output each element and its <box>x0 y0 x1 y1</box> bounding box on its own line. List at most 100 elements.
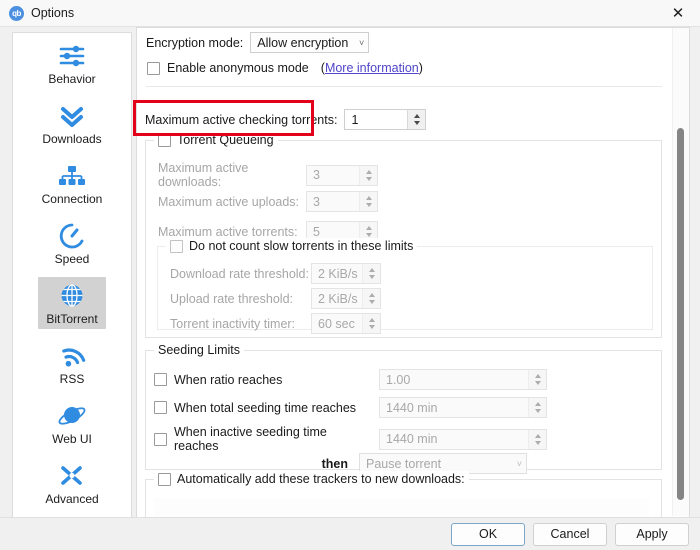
apply-button[interactable]: Apply <box>615 522 689 546</box>
encryption-mode-value: Allow encryption <box>257 35 349 50</box>
spinner-buttons[interactable] <box>528 398 546 417</box>
sidebar-item-connection[interactable]: Connection <box>13 153 131 213</box>
total-seeding-time-checkbox[interactable] <box>154 401 167 414</box>
scrollbar-thumb[interactable] <box>677 128 684 500</box>
max-checking-torrents-value: 1 <box>351 112 359 127</box>
max-active-uploads-value: 3 <box>313 194 320 209</box>
seeding-limits-group: Seeding Limits When ratio reaches 1.00 W… <box>145 343 662 474</box>
spinner-up-icon[interactable] <box>368 268 375 272</box>
auto-add-trackers-title[interactable]: Automatically add these trackers to new … <box>154 471 469 487</box>
torrent-queueing-label: Torrent Queueing <box>177 133 274 147</box>
inactive-seeding-time-row: When inactive seeding time reaches 1440 … <box>154 425 547 453</box>
spinner-up-icon[interactable] <box>534 402 541 406</box>
encryption-mode-select[interactable]: Allow encryption ˅ <box>250 32 370 53</box>
torrent-queueing-title[interactable]: Torrent Queueing <box>154 132 278 148</box>
encryption-mode-row: Encryption mode: Allow encryption ˅ <box>146 32 370 53</box>
spinner-buttons[interactable] <box>407 110 426 129</box>
spinner-buttons[interactable] <box>362 264 380 283</box>
paren-close: ) <box>418 61 423 75</box>
spinner-up-icon[interactable] <box>368 293 375 297</box>
network-icon <box>56 161 88 191</box>
sidebar-item-webui[interactable]: Web UI <box>13 393 131 453</box>
sidebar-item-label: Behavior <box>48 72 96 86</box>
torrent-inactivity-timer-value: 60 sec <box>318 316 355 331</box>
max-active-uploads-label: Maximum active uploads: <box>158 194 300 209</box>
vertical-scrollbar[interactable] <box>672 28 689 516</box>
auto-add-trackers-label: Automatically add these trackers to new … <box>177 472 465 486</box>
close-icon[interactable]: ✕ <box>656 0 700 26</box>
cancel-button[interactable]: Cancel <box>533 522 607 546</box>
spinner-down-icon[interactable] <box>534 381 541 385</box>
spinner-down-icon[interactable] <box>365 233 372 237</box>
anonymous-mode-row: Enable anonymous mode (More information) <box>147 61 423 75</box>
settings-panel: Encryption mode: Allow encryption ˅ Enab… <box>136 27 690 519</box>
torrent-inactivity-timer-label: Torrent inactivity timer: <box>170 316 296 331</box>
max-checking-torrents-spinner[interactable]: 1 <box>344 109 427 130</box>
spinner-up-icon[interactable] <box>365 226 372 230</box>
planet-icon <box>56 401 88 431</box>
ok-button[interactable]: OK <box>451 522 525 546</box>
spinner-buttons[interactable] <box>528 429 546 449</box>
trackers-textarea[interactable] <box>154 498 649 518</box>
spinner-down-icon[interactable] <box>534 440 541 445</box>
spinner-down-icon[interactable] <box>365 176 372 181</box>
spinner-down-icon[interactable] <box>413 121 420 125</box>
spinner-buttons[interactable] <box>359 192 377 211</box>
sidebar-item-advanced[interactable]: Advanced <box>13 453 131 513</box>
bittorrent-settings-content: Encryption mode: Allow encryption ˅ Enab… <box>137 28 671 518</box>
ratio-limit-checkbox[interactable] <box>154 373 167 386</box>
inactive-seeding-time-label: When inactive seeding time reaches <box>174 425 327 453</box>
spinner-up-icon[interactable] <box>365 196 372 200</box>
torrent-inactivity-timer-row: Torrent inactivity timer: 60 sec <box>170 313 381 334</box>
slow-torrents-checkbox[interactable] <box>170 239 183 253</box>
anonymous-mode-checkbox[interactable] <box>147 61 160 75</box>
spinner-up-icon[interactable] <box>368 318 375 322</box>
sidebar-item-label: Web UI <box>52 432 92 446</box>
spinner-down-icon[interactable] <box>365 203 372 207</box>
total-seeding-time-label: When total seeding time reaches <box>174 400 357 415</box>
sidebar-item-downloads[interactable]: Downloads <box>13 93 131 153</box>
sliders-icon <box>56 41 88 71</box>
settings-sidebar[interactable]: Behavior Downloads Connection Speed BitT… <box>12 32 132 522</box>
download-rate-threshold-row: Download rate threshold: 2 KiB/s <box>170 263 381 284</box>
torrent-queueing-checkbox[interactable] <box>158 133 171 147</box>
spinner-up-icon[interactable] <box>365 169 372 174</box>
dialog-button-bar: OK Cancel Apply <box>0 517 700 550</box>
sidebar-item-rss[interactable]: RSS <box>13 333 131 393</box>
ratio-limit-label: When ratio reaches <box>174 372 283 387</box>
sidebar-item-label: Downloads <box>42 132 102 146</box>
ratio-limit-spinner[interactable]: 1.00 <box>379 369 547 390</box>
spinner-down-icon[interactable] <box>368 275 375 279</box>
torrent-inactivity-timer-spinner[interactable]: 60 sec <box>311 313 381 334</box>
sidebar-item-behavior[interactable]: Behavior <box>13 33 131 93</box>
spinner-buttons[interactable] <box>359 165 377 185</box>
globe-icon <box>56 281 88 311</box>
spinner-down-icon[interactable] <box>368 300 375 304</box>
max-active-uploads-spinner[interactable]: 3 <box>306 191 378 212</box>
spinner-up-icon[interactable] <box>413 114 420 118</box>
inactive-seeding-time-checkbox[interactable] <box>154 432 167 446</box>
sidebar-item-bittorrent[interactable]: BitTorrent <box>13 273 131 333</box>
anonymous-mode-label: Enable anonymous mode <box>167 61 309 75</box>
max-active-downloads-label: Maximum active downloads: <box>158 161 249 189</box>
upload-rate-threshold-spinner[interactable]: 2 KiB/s <box>311 288 381 309</box>
spinner-buttons[interactable] <box>362 314 380 333</box>
speedometer-icon <box>56 221 88 251</box>
spinner-up-icon[interactable] <box>534 433 541 438</box>
max-active-downloads-spinner[interactable]: 3 <box>306 164 378 186</box>
spinner-down-icon[interactable] <box>534 409 541 413</box>
seeding-limits-title: Seeding Limits <box>154 343 244 357</box>
spinner-buttons[interactable] <box>362 289 380 308</box>
more-information-link[interactable]: More information <box>325 61 419 75</box>
spinner-down-icon[interactable] <box>368 325 375 329</box>
inactive-seeding-time-spinner[interactable]: 1440 min <box>379 428 547 450</box>
torrent-queueing-group: Torrent Queueing Maximum active download… <box>145 132 662 338</box>
spinner-up-icon[interactable] <box>534 374 541 378</box>
spinner-buttons[interactable] <box>528 370 546 389</box>
slow-torrents-title[interactable]: Do not count slow torrents in these limi… <box>166 238 418 254</box>
auto-add-trackers-checkbox[interactable] <box>158 472 171 486</box>
slow-torrents-label: Do not count slow torrents in these limi… <box>189 239 414 253</box>
sidebar-item-speed[interactable]: Speed <box>13 213 131 273</box>
download-rate-threshold-spinner[interactable]: 2 KiB/s <box>311 263 381 284</box>
total-seeding-time-spinner[interactable]: 1440 min <box>379 397 547 418</box>
